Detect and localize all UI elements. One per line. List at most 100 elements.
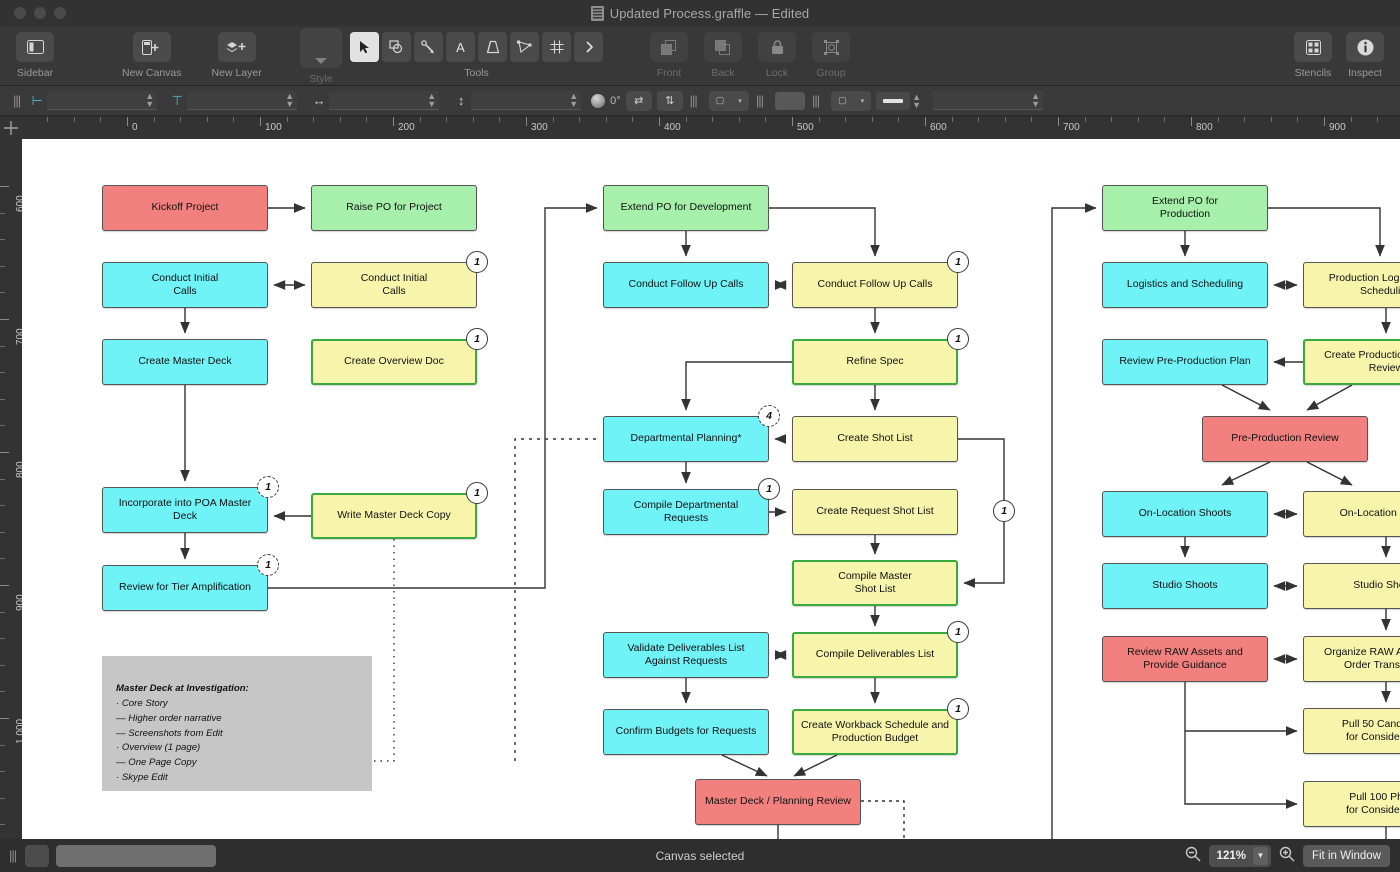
zoom-out-icon[interactable] [1185, 846, 1201, 866]
flowchart-node[interactable]: Conduct Initial Calls [311, 262, 477, 308]
diagram-canvas[interactable]: Master Deck at Investigation: · Core Sto… [22, 139, 1400, 839]
node-count-badge[interactable]: 1 [466, 328, 488, 350]
flowchart-node[interactable]: Conduct Follow Up Calls [792, 262, 958, 308]
flowchart-node[interactable]: Review Pre-Production Plan [1102, 339, 1268, 385]
rotation-knob[interactable] [591, 93, 606, 108]
toolbar-new-canvas[interactable]: New Canvas [122, 26, 182, 79]
node-count-badge[interactable]: 1 [758, 478, 780, 500]
selection-tool-icon[interactable] [350, 32, 379, 62]
bezier-tool-icon[interactable] [510, 32, 539, 62]
position-x-stepper[interactable]: ▲ ▼ [145, 92, 154, 109]
drag-grip-icon-3[interactable]: ||| [749, 93, 770, 108]
drag-grip-icon-4[interactable]: ||| [805, 93, 826, 108]
flowchart-node[interactable]: Compile Departmental Requests [603, 489, 769, 535]
flowchart-node[interactable]: Create Workback Schedule and Production B… [792, 709, 958, 755]
vertical-ruler[interactable]: 600 700 800 900 1,000 [0, 139, 22, 839]
flowchart-node[interactable]: Review RAW Assets and Provide Guidance [1102, 636, 1268, 682]
shape-tool-icon[interactable] [382, 32, 411, 62]
inspector-info-icon[interactable] [1346, 32, 1384, 62]
flowchart-node[interactable]: Pre-Production Review [1202, 416, 1368, 462]
style-chooser-icon[interactable] [300, 28, 342, 68]
position-y-stepper[interactable]: ▲ ▼ [285, 92, 294, 109]
horizontal-ruler[interactable]: -1000100200300400500600700800900 [22, 117, 1400, 139]
position-x-field[interactable]: ▲ ▼ [47, 91, 158, 110]
node-count-badge[interactable]: 1 [257, 554, 279, 576]
flowchart-node[interactable]: Kickoff Project [102, 185, 268, 231]
flowchart-node[interactable]: Extend PO for Development [603, 185, 769, 231]
toolbar-new-layer[interactable]: New Layer [212, 26, 262, 79]
width-stepper[interactable]: ▲ ▼ [427, 92, 436, 109]
drag-grip-icon-2[interactable]: ||| [683, 93, 704, 108]
toolbar-inspect[interactable]: Inspect [1346, 26, 1384, 79]
flowchart-node[interactable]: Create Request Shot List [792, 489, 958, 535]
minimize-button[interactable] [34, 7, 46, 19]
flowchart-node[interactable]: Master Deck / Planning Review [695, 779, 861, 825]
flowchart-node[interactable]: Create Overview Doc [311, 339, 477, 385]
flowchart-node[interactable]: On-Location Shoots [1102, 491, 1268, 537]
flip-vertical-button[interactable]: ⇅ [656, 90, 683, 111]
fit-in-window-button[interactable]: Fit in Window [1302, 844, 1390, 867]
flowchart-node[interactable]: Extend PO for Production [1102, 185, 1268, 231]
node-count-badge[interactable]: 1 [947, 621, 969, 643]
flowchart-node[interactable]: Conduct Follow Up Calls [603, 262, 769, 308]
flowchart-node[interactable]: Logistics and Scheduling [1102, 262, 1268, 308]
toolbar-sidebar[interactable]: Sidebar [16, 26, 54, 79]
extra-field[interactable]: ▲ ▼ [933, 91, 1044, 110]
node-count-badge[interactable]: 1 [257, 476, 279, 498]
flowchart-node[interactable]: Incorporate into POA Master Deck [102, 487, 268, 533]
pen-tool-icon[interactable] [478, 32, 507, 62]
flip-horizontal-button[interactable]: ⇄ [625, 90, 652, 111]
ruler-origin-button[interactable] [0, 117, 22, 139]
window-controls[interactable] [14, 7, 66, 19]
line-tool-icon[interactable] [414, 32, 443, 62]
text-tool-icon[interactable]: A [446, 32, 475, 62]
flowchart-node[interactable]: Review for Tier Amplification [102, 565, 268, 611]
toolbar-stencils[interactable]: Stencils [1294, 26, 1332, 79]
note-box[interactable]: Master Deck at Investigation: · Core Sto… [102, 656, 372, 791]
node-count-badge[interactable]: 1 [947, 251, 969, 273]
stroke-style-popup[interactable]: ▢ ▾ [831, 90, 872, 111]
connector-count-badge[interactable]: 1 [993, 500, 1015, 522]
zoom-in-icon[interactable] [1279, 846, 1295, 866]
flowchart-node[interactable]: Raise PO for Project [311, 185, 477, 231]
node-count-badge[interactable]: 1 [947, 698, 969, 720]
flowchart-node[interactable]: Pull 100 Photosfor Consideration [1303, 781, 1400, 827]
zoom-button[interactable] [54, 7, 66, 19]
flowchart-node[interactable]: On-Location Shoots [1303, 491, 1400, 537]
stencils-icon[interactable] [1294, 32, 1332, 62]
zoom-level-select[interactable]: 121% ▼ [1208, 844, 1271, 867]
flowchart-node[interactable]: Studio Shoots [1303, 563, 1400, 609]
flowchart-node[interactable]: Conduct Initial Calls [102, 262, 268, 308]
flowchart-node[interactable]: Write Master Deck Copy [311, 493, 477, 539]
sidebar-icon[interactable] [16, 32, 54, 62]
new-canvas-icon[interactable] [132, 32, 171, 62]
drag-grip-icon[interactable]: ||| [6, 93, 27, 108]
node-count-badge[interactable]: 1 [466, 482, 488, 504]
flowchart-node[interactable]: Create Production Plan forReview [1303, 339, 1400, 385]
flowchart-node[interactable]: Compile Master Shot List [792, 560, 958, 606]
position-y-field[interactable]: ▲ ▼ [187, 91, 298, 110]
fill-color-swatch[interactable] [774, 91, 805, 110]
height-stepper[interactable]: ▲ ▼ [569, 92, 578, 109]
flowchart-node[interactable]: Pull 50 Candidatesfor Consideration [1303, 708, 1400, 754]
more-tools-icon[interactable] [574, 32, 603, 62]
flowchart-node[interactable]: Refine Spec [792, 339, 958, 385]
toolbar-style[interactable]: Style [300, 26, 342, 85]
flowchart-node[interactable]: Departmental Planning* [603, 416, 769, 462]
grid-tool-icon[interactable] [542, 32, 571, 62]
node-count-badge[interactable]: 1 [947, 328, 969, 350]
node-count-badge[interactable]: 4 [758, 405, 780, 427]
flowchart-node[interactable]: Confirm Budgets for Requests [603, 709, 769, 755]
tools-cluster[interactable]: A [350, 32, 603, 62]
flowchart-node[interactable]: Studio Shoots [1102, 563, 1268, 609]
width-field[interactable]: ▲ ▼ [329, 91, 440, 110]
height-field[interactable]: ▲ ▼ [471, 91, 582, 110]
flowchart-node[interactable]: Compile Deliverables List [792, 632, 958, 678]
flowchart-node[interactable]: Create Shot List [792, 416, 958, 462]
node-count-badge[interactable]: 1 [466, 251, 488, 273]
stroke-width-stepper[interactable]: ▲ ▼ [912, 92, 921, 109]
flowchart-node[interactable]: Production Logistics andScheduling [1303, 262, 1400, 308]
flowchart-node[interactable]: Create Master Deck [102, 339, 268, 385]
shape-popup[interactable]: ▢ ▾ [708, 90, 749, 111]
new-layer-icon[interactable] [217, 32, 256, 62]
